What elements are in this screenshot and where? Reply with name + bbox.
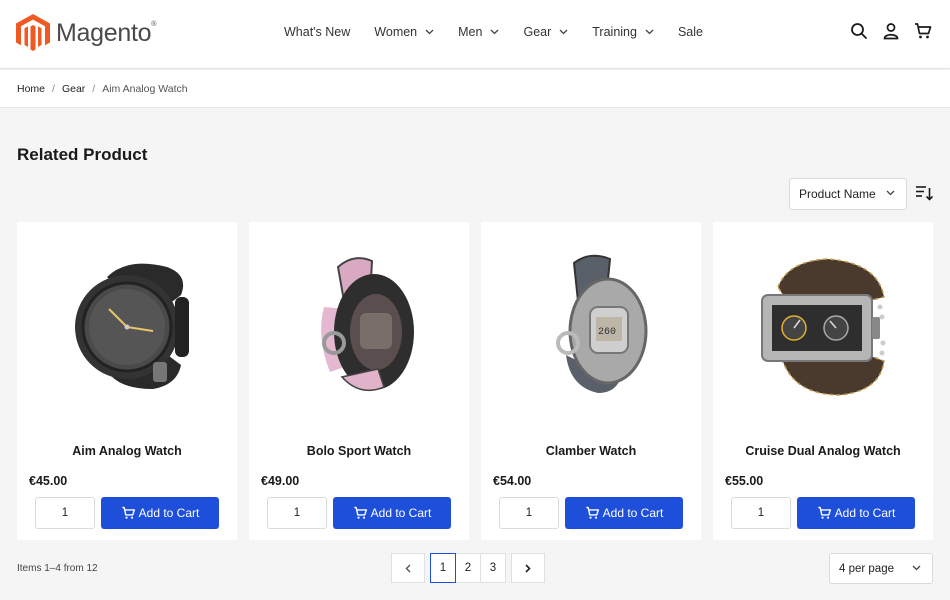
product-image[interactable]: 260 xyxy=(481,222,701,432)
breadcrumb-home[interactable]: Home xyxy=(17,83,45,95)
next-page-button[interactable] xyxy=(511,553,545,583)
nav-item-sale[interactable]: Sale xyxy=(678,25,703,39)
cart-icon[interactable] xyxy=(914,22,932,40)
previous-page-button[interactable] xyxy=(391,553,425,583)
add-to-cart-button[interactable]: Add to Cart xyxy=(797,497,915,529)
add-to-cart-button[interactable]: Add to Cart xyxy=(101,497,219,529)
product-price: €45.00 xyxy=(29,474,68,488)
chevron-right-icon xyxy=(525,563,531,573)
breadcrumb-current: Aim Analog Watch xyxy=(102,83,188,95)
sort-direction-icon[interactable] xyxy=(915,184,934,202)
chevron-down-icon xyxy=(491,29,499,35)
add-to-cart-button[interactable]: Add to Cart xyxy=(333,497,451,529)
add-to-cart-button[interactable]: Add to Cart xyxy=(565,497,683,529)
nav-item-women[interactable]: Women xyxy=(374,25,434,39)
product-image[interactable] xyxy=(17,222,237,432)
brand-name: Magento® xyxy=(56,18,157,47)
breadcrumb-separator: / xyxy=(92,83,96,95)
chevron-down-icon xyxy=(559,29,568,35)
pagination: 1 2 3 xyxy=(391,553,545,583)
quantity-input[interactable]: 1 xyxy=(499,497,559,529)
sort-select-value: Product Name xyxy=(799,187,876,201)
chevron-down-icon xyxy=(645,29,654,35)
product-card: Cruise Dual Analog Watch €55.00 1 Add to… xyxy=(713,222,933,540)
add-to-cart-label: Add to Cart xyxy=(370,506,432,520)
quantity-input[interactable]: 1 xyxy=(267,497,327,529)
quantity-input[interactable]: 1 xyxy=(731,497,791,529)
product-name[interactable]: Aim Analog Watch xyxy=(17,444,237,458)
product-image[interactable] xyxy=(249,222,469,432)
cart-icon xyxy=(121,506,135,519)
header-actions xyxy=(850,22,932,40)
svg-text:260: 260 xyxy=(598,327,616,338)
watch-image-icon xyxy=(321,257,414,392)
user-icon[interactable] xyxy=(882,22,900,40)
cart-icon xyxy=(353,506,367,519)
search-icon[interactable] xyxy=(850,22,868,40)
per-page-select[interactable]: 4 per page xyxy=(829,553,933,584)
page-title: Related Product xyxy=(17,145,148,164)
watch-image-icon xyxy=(761,258,886,396)
product-price: €54.00 xyxy=(493,474,532,488)
nav-item-men[interactable]: Men xyxy=(458,25,499,39)
chevron-down-icon xyxy=(425,29,434,35)
site-header: Magento® What's New Women Men Gear Train… xyxy=(0,0,950,69)
add-to-cart-label: Add to Cart xyxy=(834,506,896,520)
page-button-1[interactable]: 1 xyxy=(430,553,456,583)
product-image[interactable] xyxy=(713,222,933,432)
product-price: €49.00 xyxy=(261,474,300,488)
product-name[interactable]: Cruise Dual Analog Watch xyxy=(713,444,933,458)
magento-logo-icon xyxy=(16,14,50,51)
items-count: Items 1–4 from 12 xyxy=(17,563,98,574)
watch-image-icon: 260 xyxy=(556,254,648,393)
breadcrumb-bar: Home / Gear / Aim Analog Watch xyxy=(0,70,950,108)
chevron-down-icon xyxy=(912,565,921,571)
product-name[interactable]: Bolo Sport Watch xyxy=(249,444,469,458)
cart-icon xyxy=(817,506,831,519)
cart-icon xyxy=(585,506,599,519)
quantity-input[interactable]: 1 xyxy=(35,497,95,529)
nav-item-training[interactable]: Training xyxy=(592,25,654,39)
breadcrumb: Home / Gear / Aim Analog Watch xyxy=(17,83,188,95)
page-button-3[interactable]: 3 xyxy=(480,553,506,583)
per-page-value: 4 per page xyxy=(839,562,894,575)
add-to-cart-label: Add to Cart xyxy=(138,506,200,520)
product-card: Aim Analog Watch €45.00 1 Add to Cart xyxy=(17,222,237,540)
product-card: Bolo Sport Watch €49.00 1 Add to Cart xyxy=(249,222,469,540)
product-card: 260 Clamber Watch €54.00 1 Add to Cart xyxy=(481,222,701,540)
main-nav: What's New Women Men Gear Training Sale xyxy=(284,25,727,39)
sort-select[interactable]: Product Name xyxy=(789,178,907,210)
nav-item-gear[interactable]: Gear xyxy=(523,25,568,39)
product-price: €55.00 xyxy=(725,474,764,488)
breadcrumb-gear[interactable]: Gear xyxy=(62,83,85,95)
watch-image-icon xyxy=(75,263,189,389)
page-button-2[interactable]: 2 xyxy=(455,553,481,583)
nav-item-whats-new[interactable]: What's New xyxy=(284,25,350,39)
logo[interactable]: Magento® xyxy=(16,14,156,52)
add-to-cart-label: Add to Cart xyxy=(602,506,664,520)
breadcrumb-separator: / xyxy=(52,83,55,95)
chevron-left-icon xyxy=(405,564,411,572)
product-name[interactable]: Clamber Watch xyxy=(481,444,701,458)
chevron-down-icon xyxy=(886,190,895,196)
